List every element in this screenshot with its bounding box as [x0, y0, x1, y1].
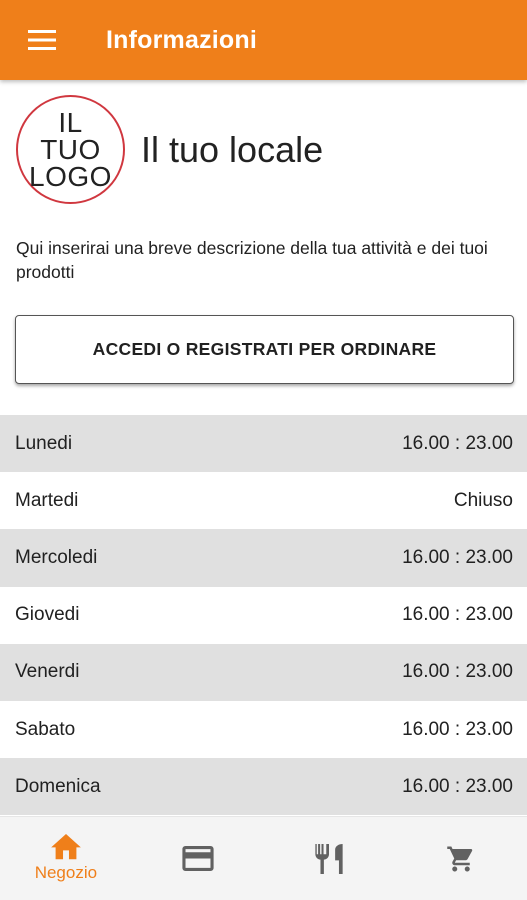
time-label: 16.00 : 23.00	[402, 546, 513, 568]
time-label: 16.00 : 23.00	[402, 661, 513, 683]
menu-button[interactable]	[0, 0, 84, 80]
nav-tab-payment[interactable]	[132, 817, 264, 900]
logo-line: IL	[58, 107, 83, 138]
menu-icon	[28, 30, 56, 50]
venue-logo: IL TUO LOGO	[16, 95, 125, 204]
time-label: 16.00 : 23.00	[402, 718, 513, 740]
logo-line: LOGO	[29, 161, 112, 192]
day-label: Lunedi	[15, 432, 73, 454]
day-label: Sabato	[15, 718, 76, 740]
page-title: Informazioni	[106, 25, 258, 54]
hours-row: Mercoledi 16.00 : 23.00	[0, 529, 527, 587]
time-label: Chiuso	[453, 489, 513, 511]
hours-row: Giovedi 16.00 : 23.00	[0, 587, 527, 644]
day-label: Martedi	[15, 489, 79, 511]
time-label: 16.00 : 23.00	[402, 775, 513, 797]
opening-hours-list: Lunedi 16.00 : 23.00 Martedi Chiuso Merc…	[0, 415, 527, 816]
hours-row: Venerdi 16.00 : 23.00	[0, 643, 527, 701]
nav-tab-cart[interactable]	[395, 817, 527, 900]
venue-description: Qui inserirai una breve descrizione dell…	[16, 238, 488, 282]
nav-tab-menu[interactable]	[264, 817, 396, 900]
day-label: Domenica	[15, 775, 101, 797]
home-icon	[51, 834, 81, 860]
venue-name: Il tuo locale	[141, 128, 324, 170]
day-label: Mercoledi	[15, 546, 98, 568]
logo-line: TUO	[40, 134, 101, 165]
venue-header: IL TUO LOGO Il tuo locale	[16, 95, 323, 204]
hours-row: Domenica 16.00 : 23.00	[0, 758, 527, 816]
cart-icon	[447, 846, 473, 871]
hours-row: Martedi Chiuso	[0, 472, 527, 529]
credit-card-icon	[182, 845, 214, 871]
nav-tab-negozio[interactable]: Negozio	[0, 817, 132, 900]
hours-row: Sabato 16.00 : 23.00	[0, 701, 527, 758]
app-bar: Informazioni	[0, 0, 527, 80]
login-register-button[interactable]: ACCEDI O REGISTRATI PER ORDINARE	[15, 315, 514, 384]
nav-label: Negozio	[34, 863, 98, 882]
restaurant-icon	[315, 843, 344, 874]
time-label: 16.00 : 23.00	[402, 432, 513, 454]
hours-row: Lunedi 16.00 : 23.00	[0, 415, 527, 473]
bottom-navigation: Negozio	[0, 816, 527, 900]
day-label: Venerdi	[15, 661, 80, 683]
day-label: Giovedi	[15, 604, 80, 626]
time-label: 16.00 : 23.00	[402, 604, 513, 626]
